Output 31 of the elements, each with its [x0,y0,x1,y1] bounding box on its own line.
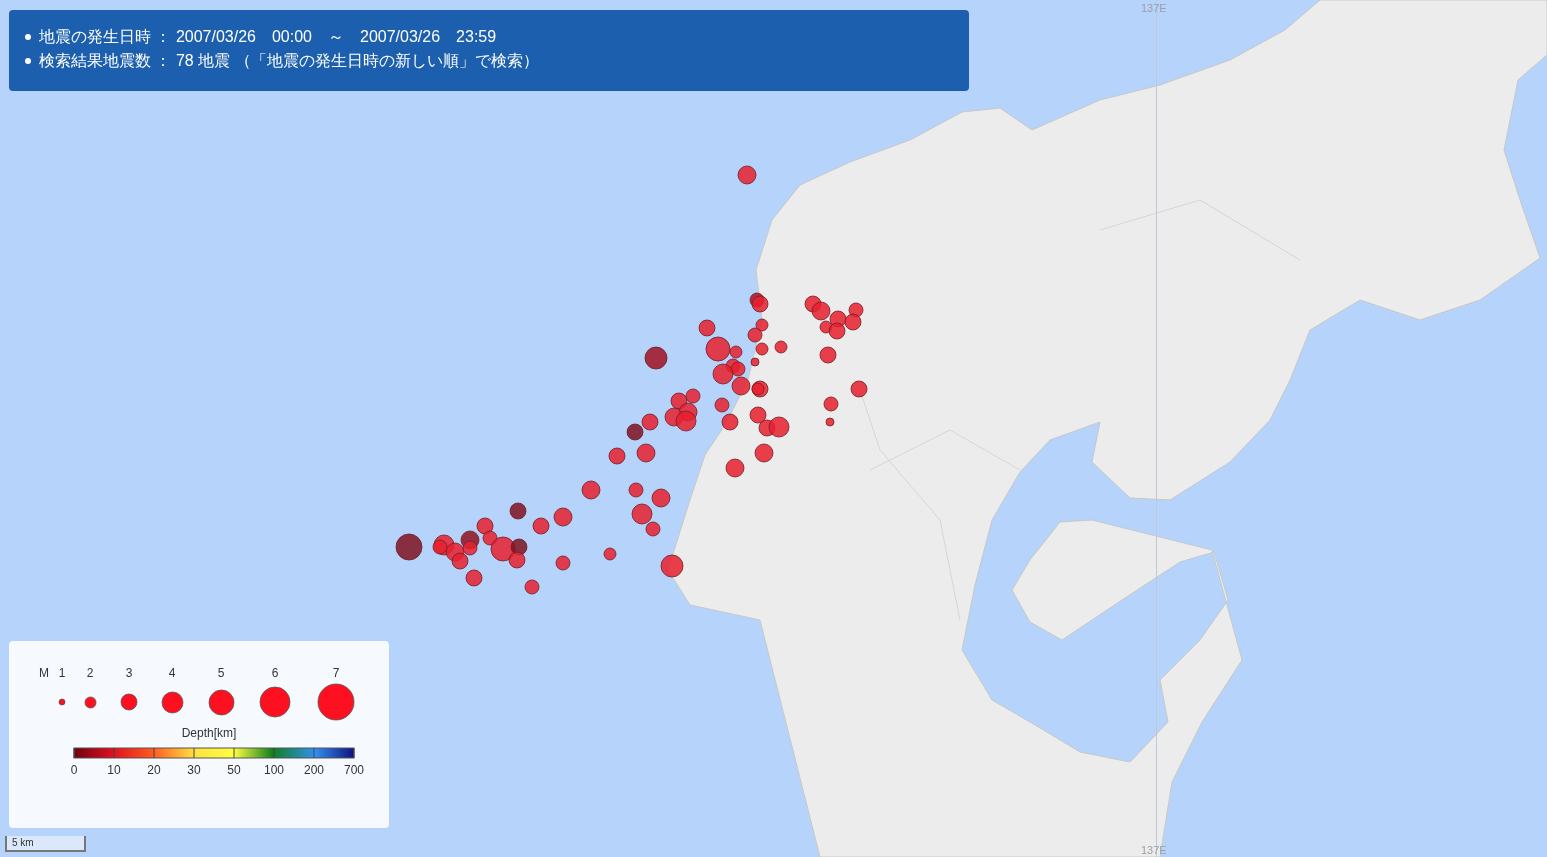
magnitude-circle-icon [83,695,97,709]
magnitude-value: 4 [168,665,176,682]
magnitude-circle-icon [259,686,291,718]
summary-text: 地震の発生日時 ： 2007/03/26 00:00 ～ 2007/03/26 23:59 [39,27,497,47]
depth-tick-label: 50 [227,762,241,779]
depth-tick-label: 200 [304,762,324,779]
magnitude-circle-icon [160,690,184,714]
depth-tick-label: 100 [264,762,284,779]
scale-bar: 5 km [5,836,86,852]
depth-tick-label: 700 [344,762,364,779]
depth-title: Depth[km] [181,725,237,742]
bullet-icon [25,58,31,64]
longitude-label: 137E [1141,1,1167,16]
magnitude-circle-icon [317,683,355,721]
magnitude-circle-icon [207,688,235,716]
magnitude-circle-icon [120,693,138,711]
bullet-icon [25,34,31,40]
depth-tick-label: 30 [187,762,201,779]
depth-tick-label: 20 [147,762,161,779]
longitude-label: 137E [1141,843,1167,857]
magnitude-value: 1 [58,665,66,682]
magnitude-value: 2 [86,665,94,682]
magnitude-circle-icon [58,698,66,706]
magnitude-value: 3 [125,665,133,682]
depth-tick-label: 0 [70,762,78,779]
depth-tick-label: 10 [107,762,121,779]
summary-text: 検索結果地震数 ： 78 地震 （「地震の発生日時の新しい順」で検索） [39,51,539,71]
magnitude-value: 7 [332,665,340,682]
magnitude-label: M [38,665,50,682]
magnitude-value: 5 [217,665,225,682]
magnitude-value: 6 [271,665,279,682]
